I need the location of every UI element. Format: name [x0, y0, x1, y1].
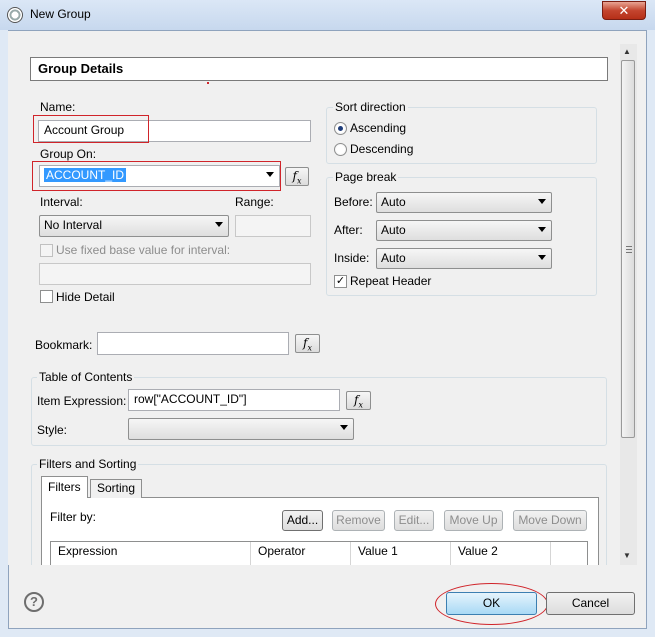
filter-by-label: Filter by:	[50, 510, 97, 524]
style-combo[interactable]	[128, 418, 354, 440]
style-label: Style:	[37, 423, 68, 437]
tab-sorting[interactable]: Sorting	[90, 479, 143, 498]
after-value: Auto	[381, 223, 406, 237]
group-on-expression-button[interactable]: fx	[285, 167, 309, 186]
help-icon[interactable]: ?	[24, 592, 44, 612]
annotation-dot	[207, 82, 209, 84]
range-input[interactable]	[235, 215, 311, 237]
sort-direction-label: Sort direction	[333, 100, 408, 114]
fx-icon: fx	[292, 169, 302, 186]
after-label: After:	[334, 223, 363, 237]
descending-radio[interactable]	[334, 143, 347, 156]
annotation-box	[33, 115, 149, 143]
title-bar: New Group ✕	[0, 0, 655, 30]
descending-label: Descending	[350, 142, 414, 156]
page-title: Group Details	[30, 57, 608, 81]
toc-label: Table of Contents	[37, 370, 135, 384]
before-label: Before:	[334, 195, 373, 209]
annotation-box	[32, 161, 281, 191]
fixed-base-checkbox[interactable]	[40, 244, 53, 257]
scrollbar-thumb[interactable]	[621, 60, 635, 438]
bookmark-label: Bookmark:	[35, 338, 93, 352]
before-combo[interactable]: Auto	[376, 192, 552, 213]
scroll-content: Group Details Name: Account Group Group …	[8, 31, 620, 565]
chevron-down-icon	[340, 425, 348, 430]
bookmark-expression-button[interactable]: fx	[295, 334, 320, 353]
fx-icon: fx	[354, 393, 363, 410]
repeat-header-label: Repeat Header	[350, 274, 432, 288]
move-up-button[interactable]: Move Up	[444, 510, 503, 531]
inside-label: Inside:	[334, 251, 370, 265]
cancel-button[interactable]: Cancel	[546, 592, 635, 615]
chevron-down-icon	[538, 199, 546, 204]
fx-icon: fx	[303, 336, 312, 353]
annotation-ellipse	[435, 583, 548, 625]
item-expression-label: Item Expression:	[37, 394, 127, 408]
inside-combo[interactable]: Auto	[376, 248, 552, 269]
ascending-radio[interactable]	[334, 122, 347, 135]
interval-label: Interval:	[40, 195, 83, 209]
range-label: Range:	[235, 195, 274, 209]
name-label: Name:	[40, 100, 76, 114]
interval-value: No Interval	[44, 218, 103, 232]
chevron-down-icon	[538, 227, 546, 232]
before-value: Auto	[381, 195, 406, 209]
inside-value: Auto	[381, 251, 406, 265]
chevron-down-icon	[538, 255, 546, 260]
column-header[interactable]: Value 2	[451, 542, 551, 565]
repeat-header-checkbox[interactable]: ✓	[334, 275, 347, 288]
item-expression-button[interactable]: fx	[346, 391, 371, 410]
close-icon: ✕	[618, 3, 630, 18]
scroll-up-icon[interactable]: ▲	[623, 47, 631, 56]
tab-filters[interactable]: Filters	[41, 476, 88, 498]
close-button[interactable]: ✕	[602, 1, 646, 20]
hide-detail-checkbox[interactable]	[40, 290, 53, 303]
column-header[interactable]: Operator	[251, 542, 351, 565]
move-down-button[interactable]: Move Down	[513, 510, 587, 531]
app-icon	[7, 7, 23, 23]
fixed-base-input[interactable]	[39, 263, 311, 285]
filters-sorting-label: Filters and Sorting	[37, 457, 139, 471]
bookmark-input[interactable]	[97, 332, 289, 355]
fixed-base-label: Use fixed base value for interval:	[56, 243, 231, 257]
vertical-scrollbar[interactable]: ▲ ▼	[620, 44, 637, 565]
group-on-label: Group On:	[40, 147, 97, 161]
interval-combo[interactable]: No Interval	[39, 215, 229, 237]
column-header[interactable]: Value 1	[351, 542, 451, 565]
window-title: New Group	[30, 7, 91, 21]
hide-detail-label: Hide Detail	[56, 290, 115, 304]
chevron-down-icon	[215, 222, 223, 227]
scroll-down-icon[interactable]: ▼	[623, 551, 631, 560]
edit-button[interactable]: Edit...	[394, 510, 434, 531]
column-header[interactable]: Expression	[51, 542, 251, 565]
ascending-label: Ascending	[350, 121, 407, 135]
remove-button[interactable]: Remove	[332, 510, 385, 531]
filter-table-header: Expression Operator Value 1 Value 2	[50, 541, 588, 565]
after-combo[interactable]: Auto	[376, 220, 552, 241]
add-button[interactable]: Add...	[282, 510, 323, 531]
item-expression-input[interactable]: row["ACCOUNT_ID"]	[128, 389, 340, 411]
page-break-label: Page break	[333, 170, 399, 184]
